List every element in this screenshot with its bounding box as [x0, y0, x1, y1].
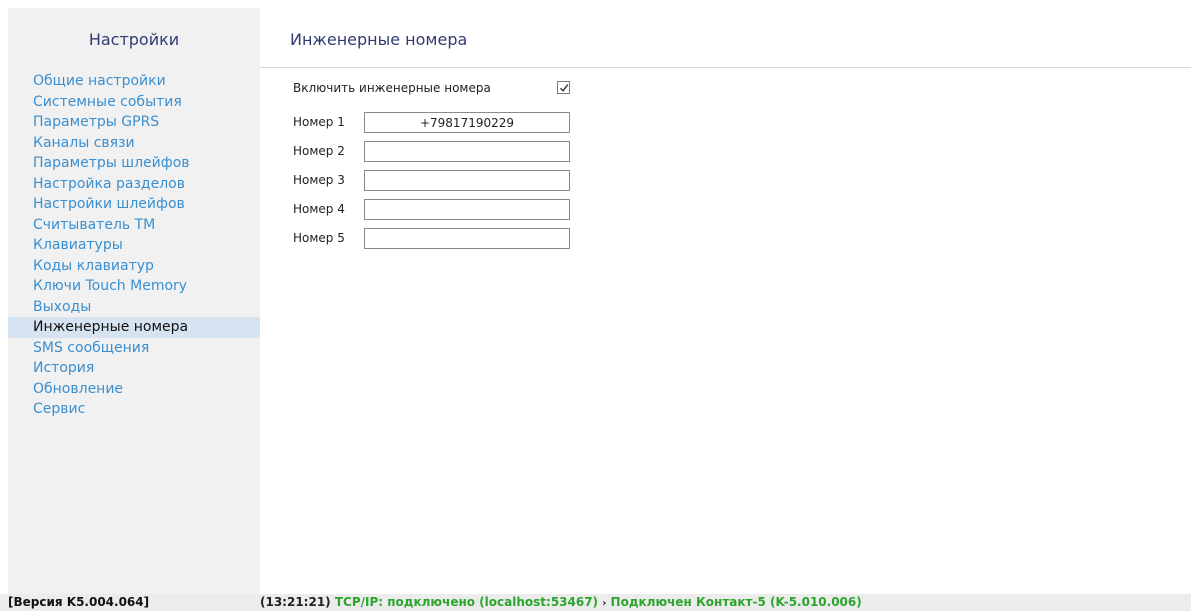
enable-engineer-numbers-row: Включить инженерные номера	[293, 79, 593, 97]
number-input-2[interactable]	[364, 141, 570, 162]
sidebar-nav: Общие настройки Системные события Параме…	[8, 71, 260, 420]
sidebar-item-outputs[interactable]: Выходы	[8, 297, 260, 318]
version-label: [Версия K5.004.064]	[8, 595, 150, 609]
status-bar: [Версия K5.004.064] (13:21:21) TCP/IP: п…	[0, 594, 1191, 611]
main-panel: Инженерные номера Включить инженерные но…	[260, 8, 1191, 594]
status-time: (13:21:21)	[260, 595, 331, 609]
number-row-1: Номер 1	[293, 112, 593, 134]
sidebar-item-channels[interactable]: Каналы связи	[8, 133, 260, 154]
number-label-2: Номер 2	[293, 144, 345, 158]
sidebar-item-gprs-params[interactable]: Параметры GPRS	[8, 112, 260, 133]
sidebar-item-loop-params[interactable]: Параметры шлейфов	[8, 153, 260, 174]
number-row-3: Номер 3	[293, 170, 593, 192]
number-input-1[interactable]	[364, 112, 570, 133]
sidebar-item-system-events[interactable]: Системные события	[8, 92, 260, 113]
number-label-5: Номер 5	[293, 231, 345, 245]
sidebar-item-partition-setup[interactable]: Настройка разделов	[8, 174, 260, 195]
sidebar-item-history[interactable]: История	[8, 358, 260, 379]
connection-status: (13:21:21) TCP/IP: подключено (localhost…	[260, 595, 862, 609]
sidebar-item-tm-reader[interactable]: Считыватель ТМ	[8, 215, 260, 236]
number-row-5: Номер 5	[293, 228, 593, 250]
tcp-status: TCP/IP: подключено (localhost:53467)	[334, 595, 599, 609]
sidebar-item-service[interactable]: Сервис	[8, 399, 260, 420]
sidebar-item-update[interactable]: Обновление	[8, 379, 260, 400]
sidebar-item-loop-settings[interactable]: Настройки шлейфов	[8, 194, 260, 215]
number-label-4: Номер 4	[293, 202, 345, 216]
status-separator-icon: ›	[602, 598, 607, 609]
title-divider	[260, 67, 1191, 68]
number-label-1: Номер 1	[293, 115, 345, 129]
sidebar-item-keyboards[interactable]: Клавиатуры	[8, 235, 260, 256]
enable-engineer-numbers-checkbox[interactable]	[557, 81, 570, 94]
page-title: Инженерные номера	[290, 30, 468, 49]
device-status: Подключен Контакт-5 (K-5.010.006)	[610, 595, 862, 609]
sidebar-item-keyboard-codes[interactable]: Коды клавиатур	[8, 256, 260, 277]
sidebar-item-touch-memory-keys[interactable]: Ключи Touch Memory	[8, 276, 260, 297]
checkmark-icon	[559, 84, 569, 92]
sidebar-title: Настройки	[88, 30, 180, 49]
number-row-2: Номер 2	[293, 141, 593, 163]
number-label-3: Номер 3	[293, 173, 345, 187]
number-row-4: Номер 4	[293, 199, 593, 221]
sidebar-item-general-settings[interactable]: Общие настройки	[8, 71, 260, 92]
number-input-4[interactable]	[364, 199, 570, 220]
sidebar-item-engineer-numbers[interactable]: Инженерные номера	[8, 317, 260, 338]
number-input-3[interactable]	[364, 170, 570, 191]
enable-engineer-numbers-label: Включить инженерные номера	[293, 81, 491, 95]
sidebar: Настройки Общие настройки Системные собы…	[8, 8, 260, 594]
sidebar-item-sms-messages[interactable]: SMS сообщения	[8, 338, 260, 359]
app-window: Настройки Общие настройки Системные собы…	[0, 0, 1191, 611]
number-input-5[interactable]	[364, 228, 570, 249]
